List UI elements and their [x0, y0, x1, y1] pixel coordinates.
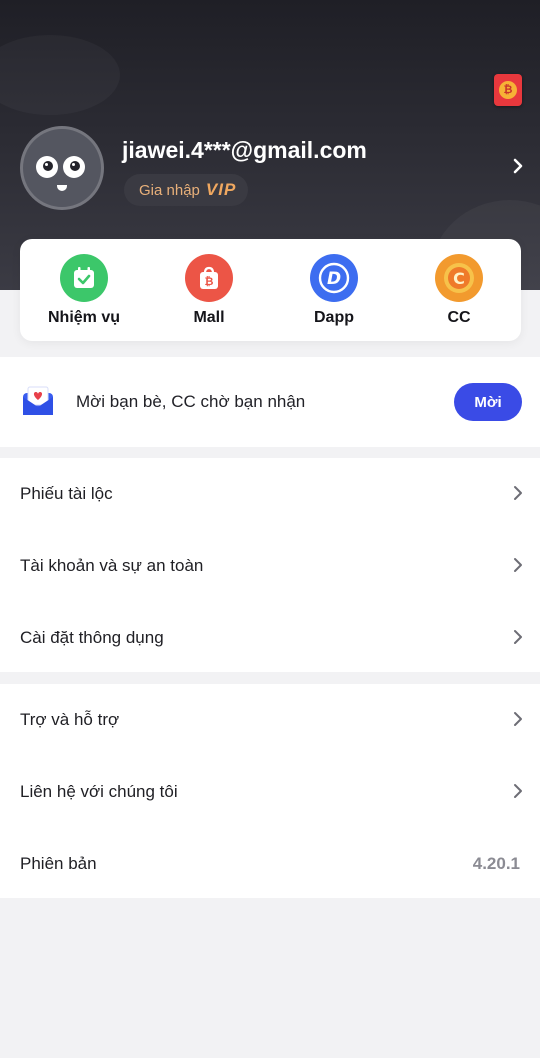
svg-text:C: C [453, 269, 465, 288]
envelope-heart-icon [23, 386, 53, 415]
calendar-check-icon [60, 254, 108, 302]
chevron-right-icon [514, 486, 522, 500]
menu-group-2: Trợ và hỗ trợ Liên hệ với chúng tôi Phiê… [0, 684, 540, 898]
menu-item-account-security[interactable]: Tài khoản và sự an toàn [0, 530, 540, 602]
menu-item-label: Phiên bản [20, 854, 97, 873]
version-number: 4.20.1 [472, 854, 520, 873]
avatar[interactable] [20, 126, 104, 210]
invite-text: Mời bạn bè, CC chờ bạn nhận [76, 392, 306, 411]
menu-item-help-support[interactable]: Trợ và hỗ trợ [0, 684, 540, 756]
username[interactable]: jiawei.4***@gmail.com [122, 137, 367, 164]
chevron-right-icon[interactable] [510, 154, 526, 178]
menu-item-label: Cài đặt thông dụng [20, 628, 164, 647]
menu-item-label: Trợ và hỗ trợ [20, 710, 120, 729]
menu-item-contact-us[interactable]: Liên hệ với chúng tôi [0, 756, 540, 828]
avatar-eye [36, 156, 58, 178]
menu-item-general-settings[interactable]: Cài đặt thông dụng [0, 602, 540, 674]
chevron-right-icon [514, 558, 522, 572]
cc-coin-icon: C [435, 254, 483, 302]
chevron-right-icon [514, 712, 522, 726]
shopping-bag-icon: ₿ [185, 254, 233, 302]
decorative-shape [0, 35, 120, 115]
quick-action-label: Mall [193, 309, 225, 326]
menu-item-label: Tài khoản và sự an toàn [20, 556, 204, 575]
quick-action-dapp[interactable]: D Dapp [274, 254, 394, 327]
svg-text:₿: ₿ [205, 275, 214, 288]
chevron-right-icon [514, 630, 522, 644]
menu-item-lucky-voucher[interactable]: Phiếu tài lộc [0, 458, 540, 530]
quick-action-mall[interactable]: ₿ Mall [149, 254, 269, 327]
menu-group-1: Phiếu tài lộc Tài khoản và sự an toàn Cà… [0, 458, 540, 672]
bitcoin-icon: ₿ [499, 81, 517, 99]
invite-button[interactable]: Mời [454, 383, 522, 421]
avatar-eye [63, 156, 85, 178]
join-vip-button[interactable]: Gia nhập VIP [124, 174, 249, 206]
dapp-icon: D [310, 254, 358, 302]
avatar-mouth [57, 185, 67, 191]
quick-action-tasks[interactable]: Nhiệm vụ [24, 254, 144, 327]
join-vip-label: Gia nhập [139, 181, 200, 199]
quick-actions-card: Nhiệm vụ ₿ Mall D Dapp C CC [20, 239, 521, 341]
quick-action-label: Dapp [314, 309, 354, 326]
menu-item-version: Phiên bản 4.20.1 [0, 828, 540, 900]
quick-action-label: Nhiệm vụ [47, 309, 120, 326]
chevron-right-icon [514, 784, 522, 798]
menu-item-label: Phiếu tài lộc [20, 484, 113, 503]
vip-logo: VIP [205, 180, 237, 199]
svg-text:D: D [327, 269, 341, 289]
quick-action-cc[interactable]: C CC [399, 254, 519, 327]
red-envelope-icon[interactable]: ₿ [494, 74, 522, 106]
quick-action-label: CC [447, 309, 471, 326]
menu-item-label: Liên hệ với chúng tôi [20, 782, 178, 801]
invite-banner[interactable]: Mời bạn bè, CC chờ bạn nhận Mời [0, 357, 540, 447]
